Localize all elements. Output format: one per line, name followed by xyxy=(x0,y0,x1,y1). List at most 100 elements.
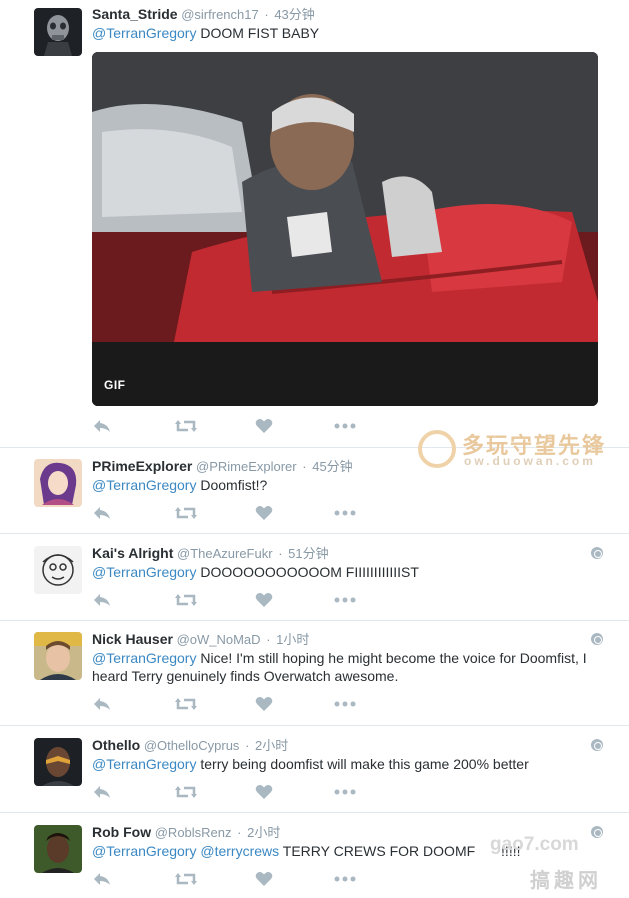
tweet-header: Rob Fow @RoblsRenz · 2小时 xyxy=(92,824,280,841)
game-character-portrait-icon xyxy=(34,738,82,786)
reply-icon[interactable] xyxy=(92,784,112,802)
tweet-actions xyxy=(92,505,362,523)
reply-icon[interactable] xyxy=(92,871,112,889)
tweet: Othello @OthelloCyprus · 2小时 @TerranGreg… xyxy=(0,726,629,813)
heart-icon[interactable] xyxy=(255,871,273,889)
separator: · xyxy=(264,7,269,22)
anime-character-portrait-icon xyxy=(34,459,82,507)
mention-link[interactable]: @TerranGregory xyxy=(92,477,196,493)
timestamp[interactable]: 45分钟 xyxy=(312,459,352,474)
tweet-actions xyxy=(92,784,362,802)
avatar[interactable] xyxy=(34,632,82,680)
timestamp[interactable]: 2小时 xyxy=(247,825,280,840)
heart-icon[interactable] xyxy=(255,784,273,802)
avatar[interactable] xyxy=(34,738,82,786)
tweet-header: Kai's Alright @TheAzureFukr · 51分钟 xyxy=(92,545,329,562)
gif-badge: GIF xyxy=(104,378,126,392)
retweet-icon[interactable] xyxy=(174,418,198,436)
tweet-header: Santa_Stride @sirfrench17 · 43分钟 xyxy=(92,6,315,23)
gif-media[interactable]: GIF xyxy=(92,52,598,406)
author-name[interactable]: Santa_Stride xyxy=(92,6,178,22)
mention-link[interactable]: @terrycrews xyxy=(200,843,279,859)
tweet-actions xyxy=(92,592,362,610)
tweet-text: @TerranGregory Nice! I'm still hoping he… xyxy=(92,649,602,685)
mention-link[interactable]: @TerranGregory xyxy=(92,564,196,580)
person-photo-icon xyxy=(34,632,82,680)
author-handle[interactable]: @PRimeExplorer xyxy=(196,459,297,474)
reply-icon[interactable] xyxy=(92,418,112,436)
more-icon[interactable] xyxy=(334,696,356,714)
retweet-icon[interactable] xyxy=(174,505,198,523)
author-handle[interactable]: @RoblsRenz xyxy=(155,825,232,840)
tweet-header: Othello @OthelloCyprus · 2小时 xyxy=(92,737,288,754)
timestamp[interactable]: 2小时 xyxy=(255,738,288,753)
more-icon[interactable] xyxy=(334,505,356,523)
author-handle[interactable]: @TheAzureFukr xyxy=(177,546,273,561)
reply-icon[interactable] xyxy=(92,696,112,714)
avatar[interactable] xyxy=(34,825,82,873)
separator: · xyxy=(278,546,283,561)
more-icon[interactable] xyxy=(334,592,356,610)
person-photo-icon xyxy=(34,825,82,873)
tweet-text-content: Doomfist!? xyxy=(196,477,268,493)
tweet-text: @TerranGregory Doomfist!? xyxy=(92,476,602,494)
avatar[interactable] xyxy=(34,546,82,594)
author-handle[interactable]: @oW_NoMaD xyxy=(177,632,261,647)
tweet-actions xyxy=(92,696,362,714)
reply-icon[interactable] xyxy=(92,505,112,523)
retweet-icon[interactable] xyxy=(174,784,198,802)
tweet-header: PRimeExplorer @PRimeExplorer · 45分钟 xyxy=(92,458,353,475)
author-handle[interactable]: @OthelloCyprus xyxy=(144,738,240,753)
tweet-text-content: DOOM FIST BABY xyxy=(196,25,320,41)
author-handle[interactable]: @sirfrench17 xyxy=(181,7,259,22)
author-name[interactable]: Othello xyxy=(92,737,140,753)
mention-link[interactable]: @TerranGregory xyxy=(92,843,196,859)
tweet: Santa_Stride @sirfrench17 · 43分钟 @Terran… xyxy=(0,0,629,448)
tweet: PRimeExplorer @PRimeExplorer · 45分钟 @Ter… xyxy=(0,448,629,534)
globe-icon xyxy=(591,547,603,559)
heart-icon[interactable] xyxy=(255,696,273,714)
retweet-icon[interactable] xyxy=(174,696,198,714)
reply-icon[interactable] xyxy=(92,592,112,610)
tweet: Nick Hauser @oW_NoMaD · 1小时 @TerranGrego… xyxy=(0,621,629,726)
retweet-icon[interactable] xyxy=(174,592,198,610)
mention-link[interactable]: @TerranGregory xyxy=(92,25,196,41)
more-icon[interactable] xyxy=(334,784,356,802)
tweet-text-content: TERRY CREWS FOR DOOMF xyxy=(279,843,476,859)
tweet-text: @TerranGregory terry being doomfist will… xyxy=(92,755,602,773)
skull-portrait-icon xyxy=(34,8,82,56)
heart-icon[interactable] xyxy=(255,418,273,436)
timestamp[interactable]: 43分钟 xyxy=(274,7,314,22)
timestamp[interactable]: 51分钟 xyxy=(288,546,328,561)
globe-icon xyxy=(591,739,603,751)
tweet: Rob Fow @RoblsRenz · 2小时 @TerranGregory … xyxy=(0,813,629,898)
tweet-header: Nick Hauser @oW_NoMaD · 1小时 xyxy=(92,631,309,648)
heart-icon[interactable] xyxy=(255,592,273,610)
tweet-text-content: terry being doomfist will make this game… xyxy=(196,756,529,772)
avatar[interactable] xyxy=(34,459,82,507)
more-icon[interactable] xyxy=(334,418,356,436)
timestamp[interactable]: 1小时 xyxy=(276,632,309,647)
more-icon[interactable] xyxy=(334,871,356,889)
separator: · xyxy=(245,738,250,753)
tweet-actions xyxy=(92,871,362,889)
tweet-text-tail: !!!!! xyxy=(501,843,521,859)
avatar[interactable] xyxy=(34,8,82,56)
tweet-text-content: DOOOOOOOOOOOM FIIIIIIIIIIIIST xyxy=(196,564,419,580)
author-name[interactable]: Kai's Alright xyxy=(92,545,173,561)
tweet-text: @TerranGregory DOOOOOOOOOOOM FIIIIIIIIII… xyxy=(92,563,602,581)
gif-frame xyxy=(92,52,598,406)
separator: · xyxy=(266,632,271,647)
author-name[interactable]: PRimeExplorer xyxy=(92,458,192,474)
tweet-text: @TerranGregory @terrycrews TERRY CREWS F… xyxy=(92,842,602,860)
retweet-icon[interactable] xyxy=(174,871,198,889)
tweet: Kai's Alright @TheAzureFukr · 51分钟 @Terr… xyxy=(0,534,629,621)
tweet-text: @TerranGregory DOOM FIST BABY xyxy=(92,24,602,42)
sketch-face-portrait-icon xyxy=(34,546,82,594)
mention-link[interactable]: @TerranGregory xyxy=(92,650,196,666)
mention-link[interactable]: @TerranGregory xyxy=(92,756,196,772)
author-name[interactable]: Nick Hauser xyxy=(92,631,173,647)
tweet-actions xyxy=(92,418,362,436)
heart-icon[interactable] xyxy=(255,505,273,523)
author-name[interactable]: Rob Fow xyxy=(92,824,151,840)
